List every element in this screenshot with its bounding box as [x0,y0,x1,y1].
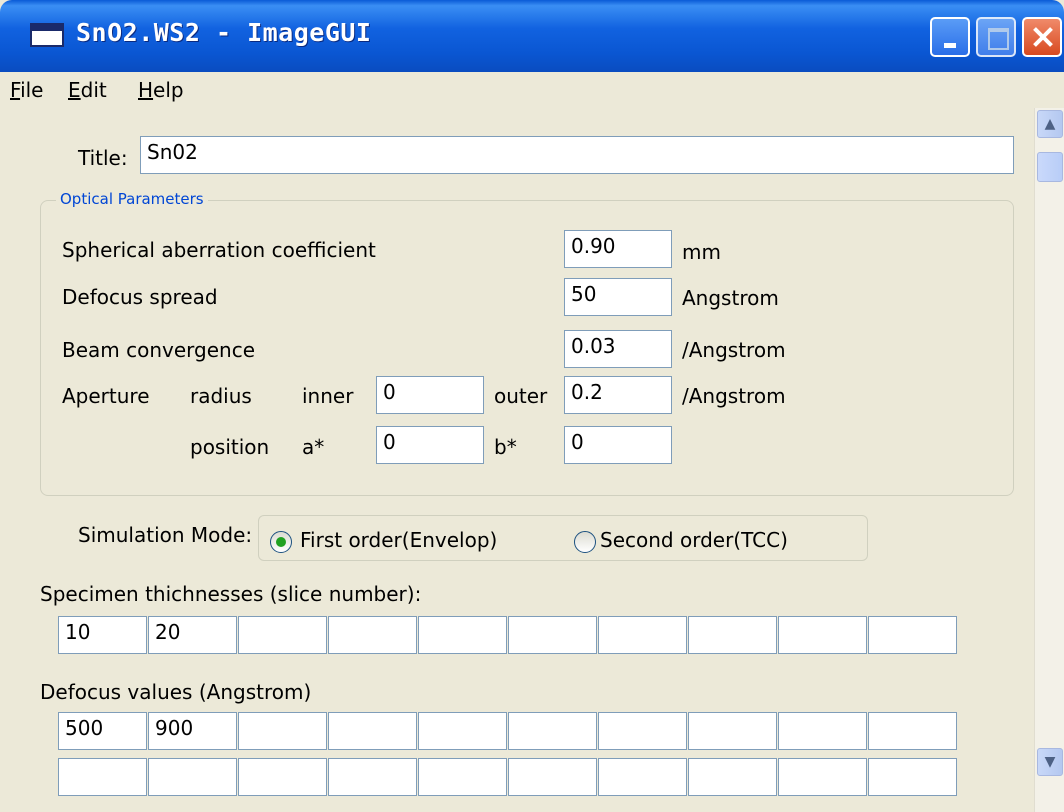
defocus-cell[interactable]: 900 [148,712,237,750]
defocus-cell[interactable] [418,712,507,750]
minimize-button[interactable] [930,17,970,57]
defocus-cell[interactable] [778,712,867,750]
aperture-radius-label: radius [190,384,252,408]
title-bar[interactable]: SnO2.WS2 - ImageGUI [0,0,1064,72]
thickness-cell[interactable] [238,616,327,654]
defocus-cell[interactable] [868,758,957,796]
defocus-cell[interactable] [508,758,597,796]
defocus-cell[interactable] [148,758,237,796]
aperture-label: Aperture [62,384,150,408]
spherical-aberration-label: Spherical aberration coefficient [62,238,376,262]
defocus-cell[interactable] [238,758,327,796]
vertical-scrollbar[interactable]: ▲ ▼ [1034,108,1064,812]
app-window-icon[interactable] [30,23,64,47]
defocus-cell[interactable] [778,758,867,796]
first-order-radio[interactable] [270,531,292,553]
defocus-grid-row1: 500 900 [58,712,958,750]
defocus-grid-row2 [58,758,958,796]
app-window: SnO2.WS2 - ImageGUI File Edit Help Title… [0,0,1064,812]
scroll-thumb[interactable] [1037,152,1063,182]
aperture-outer-label: outer [494,384,548,408]
defocus-cell[interactable] [418,758,507,796]
title-label: Title: [78,146,128,170]
defocus-cell[interactable] [688,758,777,796]
second-order-label[interactable]: Second order(TCC) [600,528,788,552]
aperture-inner-input[interactable]: 0 [376,376,484,414]
defocus-spread-label: Defocus spread [62,285,218,309]
aperture-b-label: b* [494,435,517,459]
defocus-cell[interactable] [238,712,327,750]
beam-convergence-unit: /Angstrom [682,338,786,362]
spherical-aberration-input[interactable]: 0.90 [564,230,672,268]
thickness-cell[interactable] [868,616,957,654]
spherical-aberration-unit: mm [682,240,721,264]
aperture-b-input[interactable]: 0 [564,426,672,464]
menu-bar: File Edit Help [0,72,1064,108]
defocus-values-label: Defocus values (Angstrom) [40,680,312,704]
title-input[interactable]: Sn02 [140,136,1014,174]
thickness-cell[interactable] [508,616,597,654]
menu-edit[interactable]: Edit [68,78,107,102]
defocus-cell[interactable] [328,712,417,750]
thickness-label: Specimen thichnesses (slice number): [40,582,422,606]
aperture-position-label: position [190,435,270,459]
chevron-up-icon: ▲ [1044,116,1056,132]
form-panel: Title: Sn02 Optical Parameters Spherical… [0,108,1034,812]
aperture-a-label: a* [302,435,325,459]
scroll-up-button[interactable]: ▲ [1037,110,1063,138]
menu-file[interactable]: File [10,78,43,102]
defocus-cell[interactable] [598,758,687,796]
defocus-cell[interactable]: 500 [58,712,147,750]
thickness-cell[interactable] [418,616,507,654]
menu-help[interactable]: Help [138,78,184,102]
beam-convergence-label: Beam convergence [62,338,256,362]
thickness-cell[interactable] [328,616,417,654]
defocus-cell[interactable] [58,758,147,796]
defocus-cell[interactable] [508,712,597,750]
maximize-button[interactable] [976,17,1016,57]
defocus-spread-input[interactable]: 50 [564,278,672,316]
window-title: SnO2.WS2 - ImageGUI [76,18,372,47]
aperture-a-input[interactable]: 0 [376,426,484,464]
thickness-cell[interactable] [778,616,867,654]
thickness-grid: 10 20 [58,616,958,654]
thickness-cell[interactable]: 20 [148,616,237,654]
first-order-label[interactable]: First order(Envelop) [300,528,497,552]
defocus-cell[interactable] [868,712,957,750]
close-button[interactable] [1022,17,1062,57]
optical-parameters-legend: Optical Parameters [56,190,208,208]
beam-convergence-input[interactable]: 0.03 [564,330,672,368]
aperture-inner-label: inner [302,384,354,408]
thickness-cell[interactable] [598,616,687,654]
chevron-down-icon: ▼ [1044,754,1056,770]
scroll-down-button[interactable]: ▼ [1037,748,1063,776]
second-order-radio[interactable] [574,531,596,553]
simulation-mode-label: Simulation Mode: [78,523,253,547]
thickness-cell[interactable]: 10 [58,616,147,654]
thickness-cell[interactable] [688,616,777,654]
defocus-cell[interactable] [328,758,417,796]
defocus-spread-unit: Angstrom [682,286,779,310]
defocus-cell[interactable] [688,712,777,750]
aperture-outer-input[interactable]: 0.2 [564,376,672,414]
aperture-unit: /Angstrom [682,384,786,408]
defocus-cell[interactable] [598,712,687,750]
